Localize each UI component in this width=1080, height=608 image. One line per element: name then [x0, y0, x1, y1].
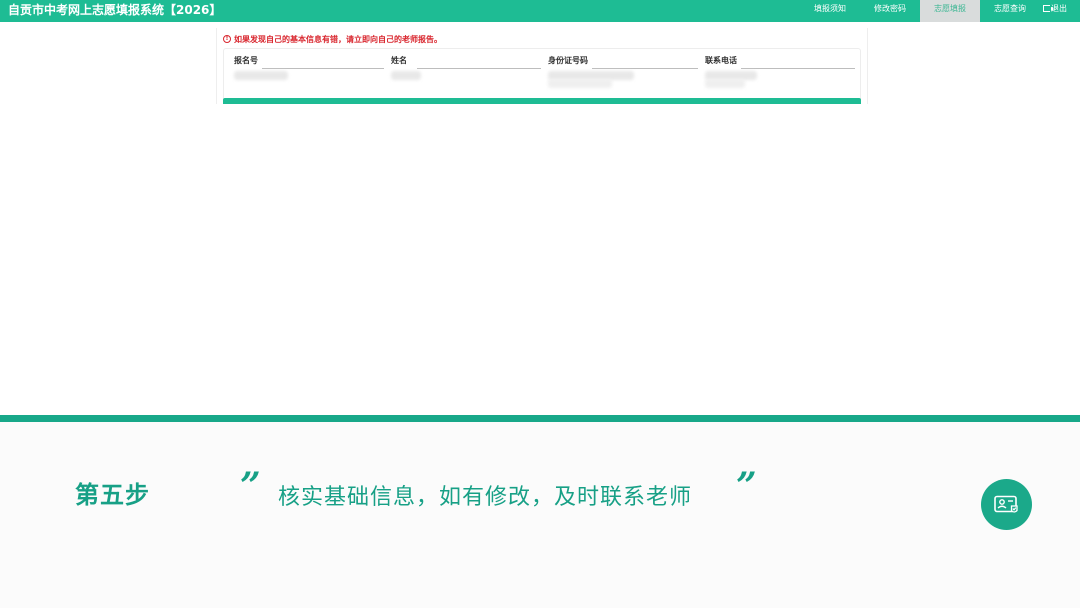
close-quote-mark: ” — [736, 465, 757, 507]
field-registration-number: 报名号 — [234, 55, 384, 91]
field-label: 联系电话 — [705, 56, 737, 65]
nav-item-instructions[interactable]: 填报须知 — [800, 0, 860, 22]
field-value-redacted — [705, 79, 745, 88]
caption-divider — [0, 415, 1080, 422]
field-value-redacted — [234, 71, 288, 80]
content-area — [0, 104, 1080, 415]
id-card-verified-icon — [993, 495, 1018, 513]
nav-item-query[interactable]: 志愿查询 — [980, 0, 1040, 22]
field-id-number: 身份证号码 — [548, 55, 698, 91]
notice-text: 如果发现自己的基本信息有错，请立即向自己的老师报告。 — [234, 34, 442, 44]
step-description: 核实基础信息，如有修改，及时联系老师 — [278, 485, 693, 510]
step-number: 第五步 — [75, 481, 150, 509]
field-label: 姓名 — [391, 56, 407, 65]
field-underline — [741, 68, 855, 69]
field-underline — [592, 68, 698, 69]
app-title: 自贡市中考网上志愿填报系统【2026】 — [8, 3, 222, 17]
nav-item-application[interactable]: 志愿填报 — [920, 0, 980, 22]
info-error-notice: ! 如果发现自己的基本信息有错，请立即向自己的老师报告。 — [223, 33, 442, 45]
logout-icon — [1043, 5, 1054, 12]
open-quote-mark: ” — [240, 465, 261, 507]
id-card-button[interactable] — [981, 479, 1032, 530]
field-label: 报名号 — [234, 56, 258, 65]
field-value-redacted — [391, 71, 421, 80]
field-phone: 联系电话 — [705, 55, 855, 91]
top-nav-bar: 自贡市中考网上志愿填报系统【2026】 填报须知 修改密码 志愿填报 志愿查询 … — [0, 0, 1080, 22]
field-underline — [417, 68, 541, 69]
main-nav: 填报须知 修改密码 志愿填报 志愿查询 退出 — [800, 0, 1080, 22]
field-underline — [262, 68, 384, 69]
field-value-redacted — [548, 79, 612, 88]
field-name: 姓名 — [391, 55, 541, 91]
field-label: 身份证号码 — [548, 56, 588, 65]
warning-circle-icon: ! — [223, 35, 231, 43]
student-info-panel: ! 如果发现自己的基本信息有错，请立即向自己的老师报告。 报名号 姓名 身份证号… — [216, 28, 868, 116]
nav-item-change-password[interactable]: 修改密码 — [860, 0, 920, 22]
step-caption-band: 第五步 ” 核实基础信息，如有修改，及时联系老师 ” — [0, 422, 1080, 608]
nav-item-logout[interactable]: 退出 — [1040, 0, 1080, 22]
